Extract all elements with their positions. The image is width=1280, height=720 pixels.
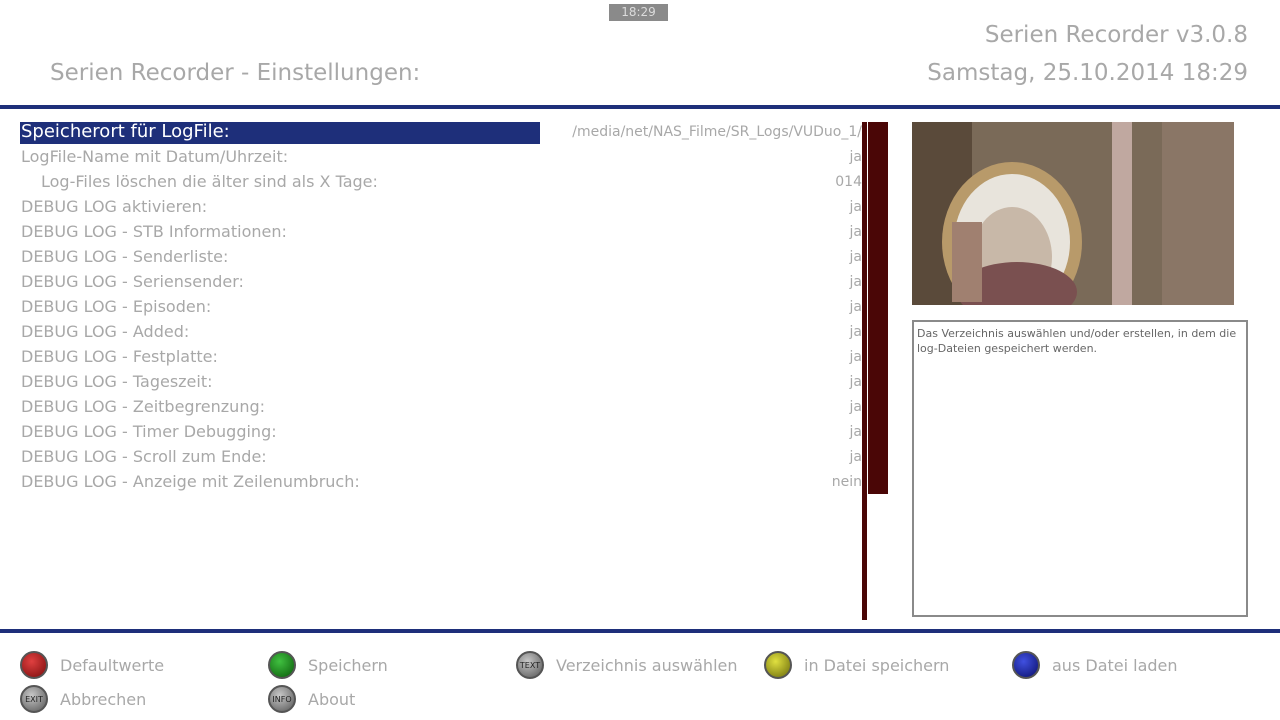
- app-version: Serien Recorder v3.0.8: [984, 22, 1248, 48]
- key-blue-load-file[interactable]: aus Datei laden: [1012, 650, 1178, 680]
- settings-list[interactable]: Speicherort für LogFile: /media/net/NAS_…: [20, 120, 862, 500]
- key-blue-label: aus Datei laden: [1052, 655, 1178, 675]
- tv-preview-image: [912, 122, 1234, 305]
- settings-row-debug-seriensender[interactable]: DEBUG LOG - Seriensender: ja: [20, 270, 862, 294]
- key-info-about[interactable]: INFO About: [268, 684, 355, 714]
- setting-value[interactable]: ja: [850, 195, 862, 219]
- info-button-icon: INFO: [268, 685, 296, 713]
- key-red-defaults[interactable]: Defaultwerte: [20, 650, 164, 680]
- info-key-caption: INFO: [272, 695, 292, 704]
- setting-value[interactable]: 014: [835, 170, 862, 194]
- date-time: Samstag, 25.10.2014 18:29: [927, 60, 1248, 86]
- setting-label: Log-Files löschen die älter sind als X T…: [41, 172, 378, 191]
- settings-row-debug-festplatte[interactable]: DEBUG LOG - Festplatte: ja: [20, 345, 862, 369]
- setting-label: DEBUG LOG - Senderliste:: [21, 247, 229, 266]
- setting-value[interactable]: ja: [850, 420, 862, 444]
- setting-value[interactable]: ja: [850, 295, 862, 319]
- key-exit-label: Abbrechen: [60, 689, 147, 709]
- setting-value[interactable]: ja: [850, 395, 862, 419]
- key-text-label: Verzeichnis auswählen: [556, 655, 738, 675]
- settings-row-debug-scroll[interactable]: DEBUG LOG - Scroll zum Ende: ja: [20, 445, 862, 469]
- yellow-button-icon: [764, 651, 792, 679]
- settings-row-debug-tageszeit[interactable]: DEBUG LOG - Tageszeit: ja: [20, 370, 862, 394]
- setting-label: DEBUG LOG - STB Informationen:: [21, 222, 287, 241]
- setting-label: DEBUG LOG - Episoden:: [21, 297, 212, 316]
- setting-value[interactable]: ja: [850, 445, 862, 469]
- text-button-icon: TEXT: [516, 651, 544, 679]
- tv-preview: [912, 122, 1234, 305]
- key-green-save[interactable]: Speichern: [268, 650, 388, 680]
- key-yellow-label: in Datei speichern: [804, 655, 950, 675]
- setting-label: DEBUG LOG - Scroll zum Ende:: [21, 447, 267, 466]
- help-text: Das Verzeichnis auswählen und/oder erste…: [917, 327, 1237, 355]
- exit-key-caption: EXIT: [25, 695, 43, 704]
- text-key-caption: TEXT: [519, 661, 541, 670]
- setting-value[interactable]: ja: [850, 220, 862, 244]
- scrollbar-track[interactable]: [862, 122, 867, 620]
- settings-row-debug-senderliste[interactable]: DEBUG LOG - Senderliste: ja: [20, 245, 862, 269]
- settings-row-debug-timer[interactable]: DEBUG LOG - Timer Debugging: ja: [20, 420, 862, 444]
- key-green-label: Speichern: [308, 655, 388, 675]
- setting-label: DEBUG LOG - Timer Debugging:: [21, 422, 277, 441]
- key-text-select-directory[interactable]: TEXT Verzeichnis auswählen: [516, 650, 738, 680]
- setting-value[interactable]: /media/net/NAS_Filme/SR_Logs/VUDuo_1/: [572, 120, 862, 144]
- settings-row-debug-zeilenumbruch[interactable]: DEBUG LOG - Anzeige mit Zeilenumbruch: n…: [20, 470, 862, 494]
- settings-row-debug-stb[interactable]: DEBUG LOG - STB Informationen: ja: [20, 220, 862, 244]
- header-divider: [0, 105, 1280, 109]
- exit-button-icon: EXIT: [20, 685, 48, 713]
- setting-label: DEBUG LOG - Tageszeit:: [21, 372, 213, 391]
- blue-button-icon: [1012, 651, 1040, 679]
- setting-label: DEBUG LOG - Zeitbegrenzung:: [21, 397, 265, 416]
- key-yellow-save-file[interactable]: in Datei speichern: [764, 650, 949, 680]
- help-box: Das Verzeichnis auswählen und/oder erste…: [912, 320, 1248, 617]
- red-button-icon: [20, 651, 48, 679]
- settings-row-debug-episoden[interactable]: DEBUG LOG - Episoden: ja: [20, 295, 862, 319]
- setting-value[interactable]: ja: [850, 245, 862, 269]
- footer-divider: [0, 629, 1280, 633]
- page-title: Serien Recorder - Einstellungen:: [50, 60, 421, 86]
- setting-label: LogFile-Name mit Datum/Uhrzeit:: [21, 147, 289, 166]
- setting-value[interactable]: ja: [850, 345, 862, 369]
- setting-value[interactable]: ja: [850, 370, 862, 394]
- setting-value[interactable]: ja: [850, 145, 862, 169]
- setting-value[interactable]: nein: [832, 470, 862, 494]
- setting-label: DEBUG LOG - Added:: [21, 322, 190, 341]
- settings-row-logfile-location[interactable]: Speicherort für LogFile: /media/net/NAS_…: [20, 120, 862, 144]
- scrollbar-thumb[interactable]: [868, 122, 888, 494]
- setting-label: DEBUG LOG - Seriensender:: [21, 272, 244, 291]
- clock-badge: 18:29: [609, 4, 668, 21]
- settings-row-delete-old-logs[interactable]: Log-Files löschen die älter sind als X T…: [20, 170, 862, 194]
- setting-value[interactable]: ja: [850, 270, 862, 294]
- setting-label: DEBUG LOG - Festplatte:: [21, 347, 218, 366]
- key-red-label: Defaultwerte: [60, 655, 165, 675]
- green-button-icon: [268, 651, 296, 679]
- key-info-label: About: [308, 689, 356, 709]
- key-exit-cancel[interactable]: EXIT Abbrechen: [20, 684, 146, 714]
- settings-row-debug-zeitbegrenzung[interactable]: DEBUG LOG - Zeitbegrenzung: ja: [20, 395, 862, 419]
- settings-row-debug-added[interactable]: DEBUG LOG - Added: ja: [20, 320, 862, 344]
- setting-label: DEBUG LOG aktivieren:: [21, 197, 208, 216]
- settings-row-debug-log[interactable]: DEBUG LOG aktivieren: ja: [20, 195, 862, 219]
- setting-label: DEBUG LOG - Anzeige mit Zeilenumbruch:: [21, 472, 360, 491]
- settings-row-logfile-name[interactable]: LogFile-Name mit Datum/Uhrzeit: ja: [20, 145, 862, 169]
- setting-label: Speicherort für LogFile:: [21, 121, 230, 142]
- setting-value[interactable]: ja: [850, 320, 862, 344]
